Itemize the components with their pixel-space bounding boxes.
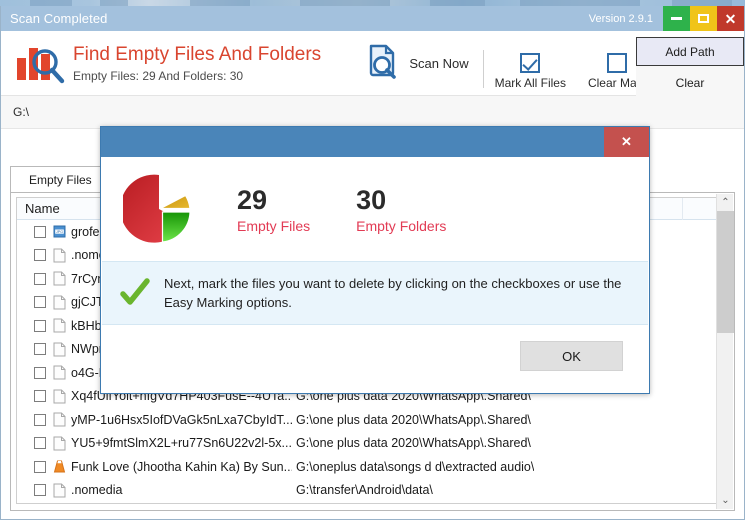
dialog-body: 29 Empty Files 30 Empty Folders: [101, 157, 649, 261]
blank-file-icon: [53, 271, 66, 286]
tab-empty-files[interactable]: Empty Files: [10, 166, 111, 192]
scan-result-dialog: ✕ 29 Empty Files 30 Empty Folders Next, …: [100, 126, 650, 394]
row-checkbox[interactable]: [34, 460, 46, 473]
blank-file-icon: [53, 365, 66, 380]
vlc-media-icon: [53, 459, 66, 474]
row-file-path: G:\one plus data 2020\WhatsApp\.Shared\: [296, 436, 531, 451]
dialog-note-text: Next, mark the files you want to delete …: [164, 276, 622, 310]
add-path-button[interactable]: Add Path: [636, 37, 744, 66]
blank-file-icon: [53, 483, 66, 498]
app-logo-bar-chart-magnifier-icon: [15, 40, 67, 86]
brand: Find Empty Files And Folders Empty Files…: [15, 40, 321, 86]
scan-summary-text: Empty Files: 29 And Folders: 30: [73, 68, 244, 83]
dialog-footer: OK: [101, 325, 649, 393]
row-file-name-text: yMP-1u6Hsx5IofDVaGk5nLxa7CbyIdT...: [71, 412, 292, 427]
pie-chart-icon: [120, 173, 195, 245]
mark-all-files-label: Mark All Files: [494, 75, 566, 90]
empty-folders-stat: 30 Empty Folders: [356, 185, 446, 234]
title-bar: Scan Completed Version 2.9.1 ✕: [1, 6, 744, 31]
dialog-title-bar: ✕: [101, 127, 649, 157]
minimize-icon: [671, 17, 682, 20]
row-checkbox[interactable]: [34, 390, 46, 403]
page-title: Find Empty Files And Folders: [73, 43, 322, 65]
empty-folders-label: Empty Folders: [356, 217, 447, 234]
jpg-file-icon: JPG: [53, 224, 66, 239]
blank-file-icon: [53, 342, 66, 357]
scan-document-search-icon: [364, 42, 402, 85]
dialog-close-button[interactable]: ✕: [604, 127, 649, 157]
blank-file-icon: [53, 295, 66, 310]
table-row[interactable]: YU5+9fmtSlmX2L+ru77Sn6U22v2l-5x... G:\one…: [17, 432, 728, 456]
table-row[interactable]: yMP-1u6Hsx5IofDVaGk5nLxa7CbyIdT... G:\one…: [17, 408, 728, 432]
path-value[interactable]: G:\: [13, 105, 29, 119]
row-file-name-text: .nomedia: [71, 483, 123, 498]
row-file-name: YU5+9fmtSlmX2L+ru77Sn6U22v2l-5x...: [46, 436, 292, 451]
row-file-path: G:\transfer\Android\data\: [296, 483, 433, 498]
dialog-note: Next, mark the files you want to delete …: [102, 261, 648, 325]
row-checkbox[interactable]: [34, 343, 46, 356]
row-checkbox[interactable]: [34, 296, 46, 309]
minimize-button[interactable]: [663, 6, 690, 31]
vertical-scrollbar[interactable]: ⌃ ⌄: [716, 194, 734, 509]
close-button[interactable]: ✕: [717, 6, 744, 31]
path-input-bar[interactable]: G:\: [1, 96, 744, 129]
empty-files-label: Empty Files: [237, 217, 311, 234]
clear-button[interactable]: Clear: [636, 66, 744, 100]
header-toolbar: Find Empty Files And Folders Empty Files…: [1, 31, 744, 96]
blank-file-icon: [53, 248, 66, 263]
row-checkbox[interactable]: [34, 366, 46, 379]
row-checkbox[interactable]: [34, 484, 46, 497]
row-checkbox[interactable]: [34, 413, 46, 426]
empty-checkbox-icon: [607, 52, 628, 73]
green-check-icon: [120, 278, 150, 308]
empty-files-stat: 29 Empty Files: [237, 185, 310, 234]
blank-file-icon: [53, 412, 66, 427]
checked-checkbox-icon: [520, 52, 541, 73]
row-file-name-text: YU5+9fmtSlmX2L+ru77Sn6U22v2l-5x...: [71, 436, 292, 451]
mark-all-files-button[interactable]: Mark All Files: [484, 38, 577, 90]
version-label: Version 2.9.1: [588, 12, 653, 25]
blank-file-icon: [53, 389, 66, 404]
brand-text: Find Empty Files And Folders Empty Files…: [73, 44, 321, 83]
row-checkbox[interactable]: [34, 319, 46, 332]
row-file-path: G:\oneplus data\songs d d\extracted audi…: [296, 459, 535, 474]
row-file-name: yMP-1u6Hsx5IofDVaGk5nLxa7CbyIdT...: [46, 412, 292, 427]
window-title: Scan Completed: [10, 11, 108, 26]
row-checkbox[interactable]: [34, 225, 46, 238]
maximize-button[interactable]: [690, 6, 717, 31]
scan-now-label: Scan Now: [409, 56, 469, 71]
row-checkbox[interactable]: [34, 272, 46, 285]
title-bar-right: Version 2.9.1 ✕: [589, 6, 744, 31]
row-file-name: Funk Love (Jhootha Kahin Ka) By Sun...: [46, 459, 292, 474]
path-action-buttons: Add Path Clear: [636, 37, 744, 100]
blank-file-icon: [53, 318, 66, 333]
scroll-up-arrow-icon[interactable]: ⌃: [717, 194, 734, 211]
row-file-name: .nomedia: [46, 483, 292, 498]
maximize-icon: [698, 14, 709, 23]
row-file-name-text: Funk Love (Jhootha Kahin Ka) By Sun...: [71, 459, 292, 474]
scrollbar-thumb[interactable]: [717, 211, 734, 333]
row-file-path: G:\one plus data 2020\WhatsApp\.Shared\: [296, 412, 531, 427]
empty-folders-count: 30: [356, 184, 387, 215]
svg-text:JPG: JPG: [56, 230, 63, 234]
blank-file-icon: [53, 436, 66, 451]
row-checkbox[interactable]: [34, 437, 46, 450]
ok-button[interactable]: OK: [520, 341, 623, 371]
empty-files-count: 29: [237, 184, 268, 215]
row-checkbox[interactable]: [34, 249, 46, 262]
scroll-down-arrow-icon[interactable]: ⌄: [717, 492, 734, 509]
table-row[interactable]: .nomedia G:\transfer\Android\data\: [17, 479, 728, 503]
table-row[interactable]: Funk Love (Jhootha Kahin Ka) By Sun... G:…: [17, 455, 728, 479]
scan-now-button[interactable]: Scan Now: [353, 38, 482, 90]
